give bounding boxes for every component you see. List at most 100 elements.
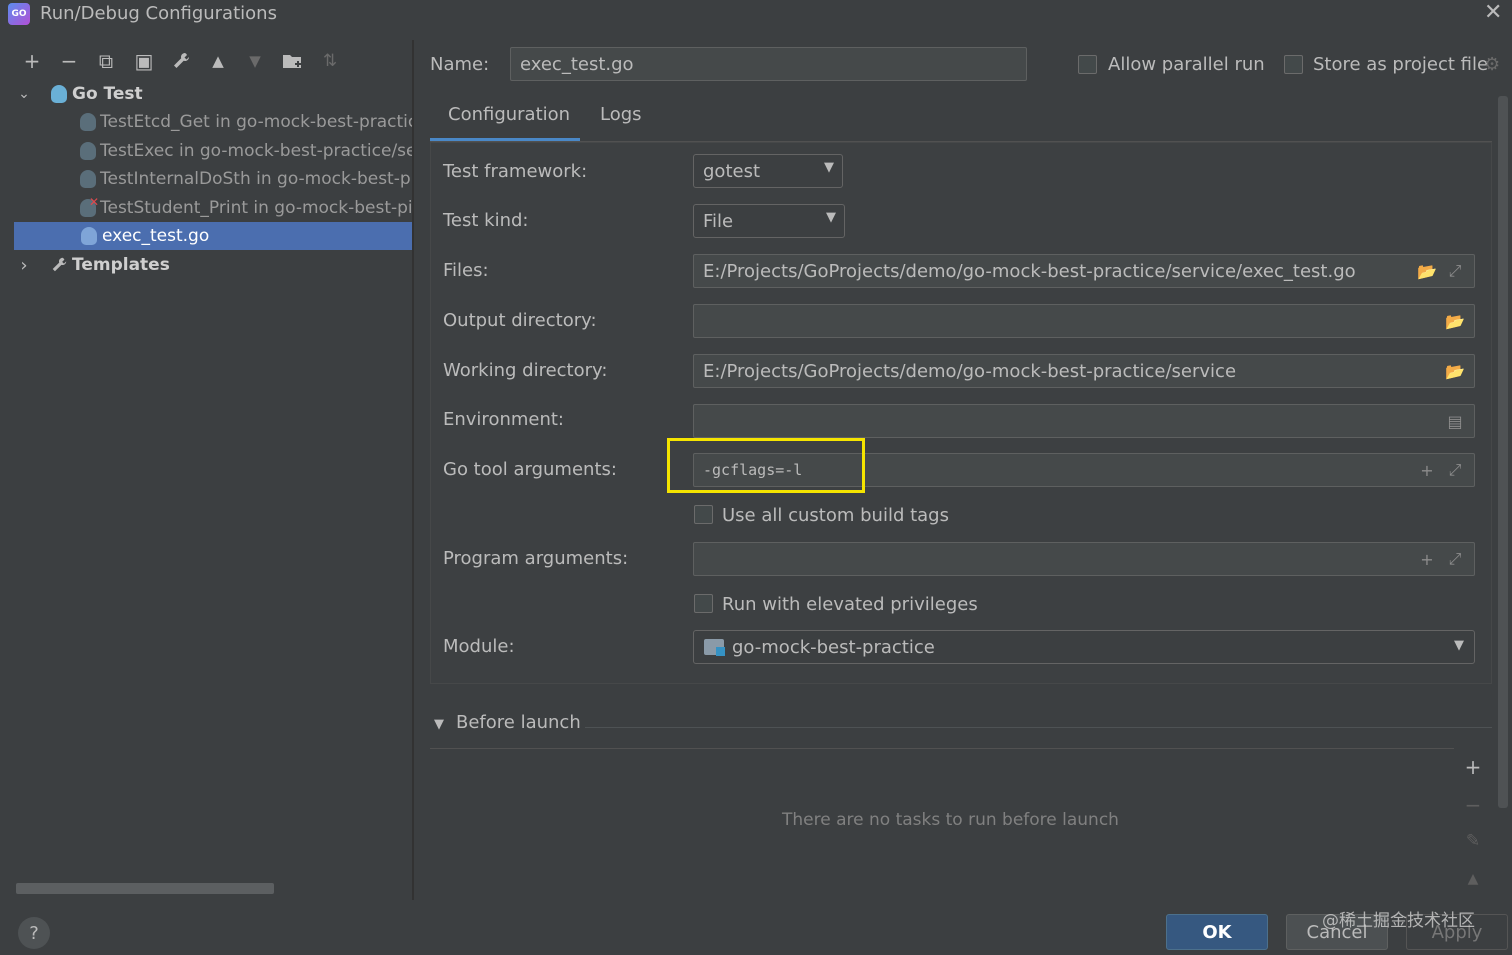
before-launch-title: Before launch	[456, 712, 581, 733]
use-custom-tags-label: Use all custom build tags	[722, 505, 949, 526]
wrench-icon[interactable]	[168, 48, 194, 74]
tree-node-templates[interactable]: › Templates	[14, 251, 412, 279]
add-task-icon[interactable]: +	[1460, 754, 1486, 780]
test-config-icon	[80, 227, 98, 245]
working-directory-value: E:/Projects/GoProjects/demo/go-mock-best…	[703, 361, 1237, 382]
test-config-icon	[80, 113, 96, 131]
document-icon[interactable]: ▤	[1444, 410, 1466, 432]
chevron-down-icon: ▼	[824, 160, 834, 175]
select-value: File	[703, 211, 734, 232]
test-config-icon	[80, 142, 96, 160]
window-title: Run/Debug Configurations	[40, 3, 277, 24]
module-icon	[704, 639, 725, 656]
highlight-annotation	[667, 438, 865, 493]
watermark: @稀土掘金技术社区	[1322, 911, 1475, 931]
select-value: gotest	[703, 161, 761, 182]
plus-icon[interactable]: +	[1416, 459, 1438, 481]
allow-parallel-checkbox[interactable]	[1078, 55, 1097, 74]
folder-open-icon[interactable]: 📂	[1416, 260, 1438, 282]
tree-item[interactable]: TestExec in go-mock-best-practice/se	[14, 137, 412, 165]
before-launch-header[interactable]: ▼ Before launch	[430, 712, 581, 742]
module-label: Module:	[443, 636, 515, 657]
move-down-icon: ▼	[249, 52, 261, 70]
test-framework-select[interactable]: gotest ▼	[693, 154, 843, 188]
chevron-down-icon: ▼	[826, 210, 836, 225]
tree-item-label: TestStudent_Print in go-mock-best-pi	[100, 198, 412, 218]
output-directory-field[interactable]: 📂	[693, 304, 1475, 338]
test-framework-label: Test framework:	[443, 161, 588, 182]
output-directory-label: Output directory:	[443, 310, 597, 331]
program-arguments-field[interactable]: + ⤢	[693, 542, 1475, 576]
configuration-tree[interactable]: ⌄ Go Test TestEtcd_Get in go-mock-best-p…	[14, 80, 412, 898]
chevron-right-icon[interactable]: ›	[14, 255, 34, 276]
edit-task-icon: ✎	[1465, 831, 1481, 851]
sort-icon: ⇅	[322, 51, 338, 71]
tree-item-label: TestExec in go-mock-best-practice/se	[100, 141, 412, 161]
go-test-icon	[50, 85, 68, 103]
use-custom-tags-checkbox[interactable]	[694, 505, 713, 524]
expand-icon[interactable]: ⤢	[1444, 260, 1466, 282]
tree-label: Templates	[72, 255, 170, 275]
folder-open-icon[interactable]: 📂	[1444, 360, 1466, 382]
save-icon[interactable]: ▣	[131, 48, 157, 74]
tree-label: Go Test	[72, 84, 143, 104]
store-project-checkbox[interactable]	[1284, 55, 1303, 74]
allow-parallel-label: Allow parallel run	[1108, 54, 1265, 75]
goland-logo-icon: GO	[8, 3, 30, 25]
active-tab-indicator	[430, 138, 580, 141]
environment-field[interactable]: ▤	[693, 404, 1475, 438]
remove-icon[interactable]: −	[56, 48, 82, 74]
files-label: Files:	[443, 260, 489, 281]
move-up-icon[interactable]: ▲	[205, 48, 231, 74]
panel-divider[interactable]	[412, 40, 414, 900]
tree-item[interactable]: ✕ TestStudent_Print in go-mock-best-pi	[14, 194, 412, 222]
tree-item[interactable]: TestEtcd_Get in go-mock-best-practic	[14, 108, 412, 136]
name-label: Name:	[430, 54, 490, 75]
tab-configuration[interactable]: Configuration	[448, 104, 570, 140]
select-value: go-mock-best-practice	[732, 637, 935, 658]
gear-icon[interactable]: ⚙	[1484, 54, 1500, 75]
chevron-down-icon: ▼	[1454, 638, 1464, 653]
module-select[interactable]: go-mock-best-practice ▼	[693, 630, 1475, 664]
test-kind-select[interactable]: File ▼	[693, 204, 845, 238]
tree-horizontal-scrollbar[interactable]	[16, 883, 274, 894]
program-arguments-label: Program arguments:	[443, 548, 629, 569]
tree-node-go-test[interactable]: ⌄ Go Test	[14, 80, 412, 108]
remove-task-icon: −	[1464, 793, 1482, 817]
test-kind-label: Test kind:	[443, 210, 529, 231]
before-launch-divider	[585, 727, 1492, 728]
test-config-icon	[80, 170, 96, 188]
elevated-privileges-checkbox[interactable]	[694, 594, 713, 613]
chevron-down-icon[interactable]: ⌄	[14, 86, 34, 102]
test-config-error-icon: ✕	[80, 195, 99, 217]
working-directory-field[interactable]: E:/Projects/GoProjects/demo/go-mock-best…	[693, 354, 1475, 388]
expand-icon[interactable]: ⤢	[1444, 548, 1466, 570]
copy-icon[interactable]: ⧉	[93, 48, 119, 74]
folder-add-icon[interactable]	[280, 48, 306, 74]
tab-logs[interactable]: Logs	[600, 104, 642, 140]
vertical-scrollbar[interactable]	[1498, 96, 1508, 808]
collapse-icon[interactable]: ▼	[434, 717, 444, 732]
files-field[interactable]: E:/Projects/GoProjects/demo/go-mock-best…	[693, 254, 1475, 288]
store-project-label: Store as project file	[1313, 54, 1489, 75]
wrench-icon	[50, 256, 68, 274]
tree-item-label: exec_test.go	[102, 226, 210, 246]
ok-button[interactable]: OK	[1166, 914, 1268, 950]
move-up-icon: ▲	[1467, 871, 1479, 887]
working-directory-label: Working directory:	[443, 360, 608, 381]
name-value: exec_test.go	[520, 54, 634, 75]
files-value: E:/Projects/GoProjects/demo/go-mock-best…	[703, 261, 1356, 282]
tree-item[interactable]: TestInternalDoSth in go-mock-best-pi	[14, 165, 412, 193]
environment-label: Environment:	[443, 409, 564, 430]
tree-item-selected[interactable]: exec_test.go	[14, 222, 412, 250]
before-launch-empty-text: There are no tasks to run before launch	[782, 810, 1119, 830]
elevated-privileges-label: Run with elevated privileges	[722, 594, 978, 615]
close-icon[interactable]: ✕	[1484, 0, 1502, 25]
folder-open-icon[interactable]: 📂	[1444, 310, 1466, 332]
expand-icon[interactable]: ⤢	[1444, 459, 1466, 481]
go-tool-arguments-label: Go tool arguments:	[443, 459, 617, 480]
add-icon[interactable]: +	[19, 48, 45, 74]
plus-icon[interactable]: +	[1416, 548, 1438, 570]
help-button[interactable]: ?	[18, 917, 50, 949]
name-field[interactable]: exec_test.go	[510, 47, 1027, 81]
